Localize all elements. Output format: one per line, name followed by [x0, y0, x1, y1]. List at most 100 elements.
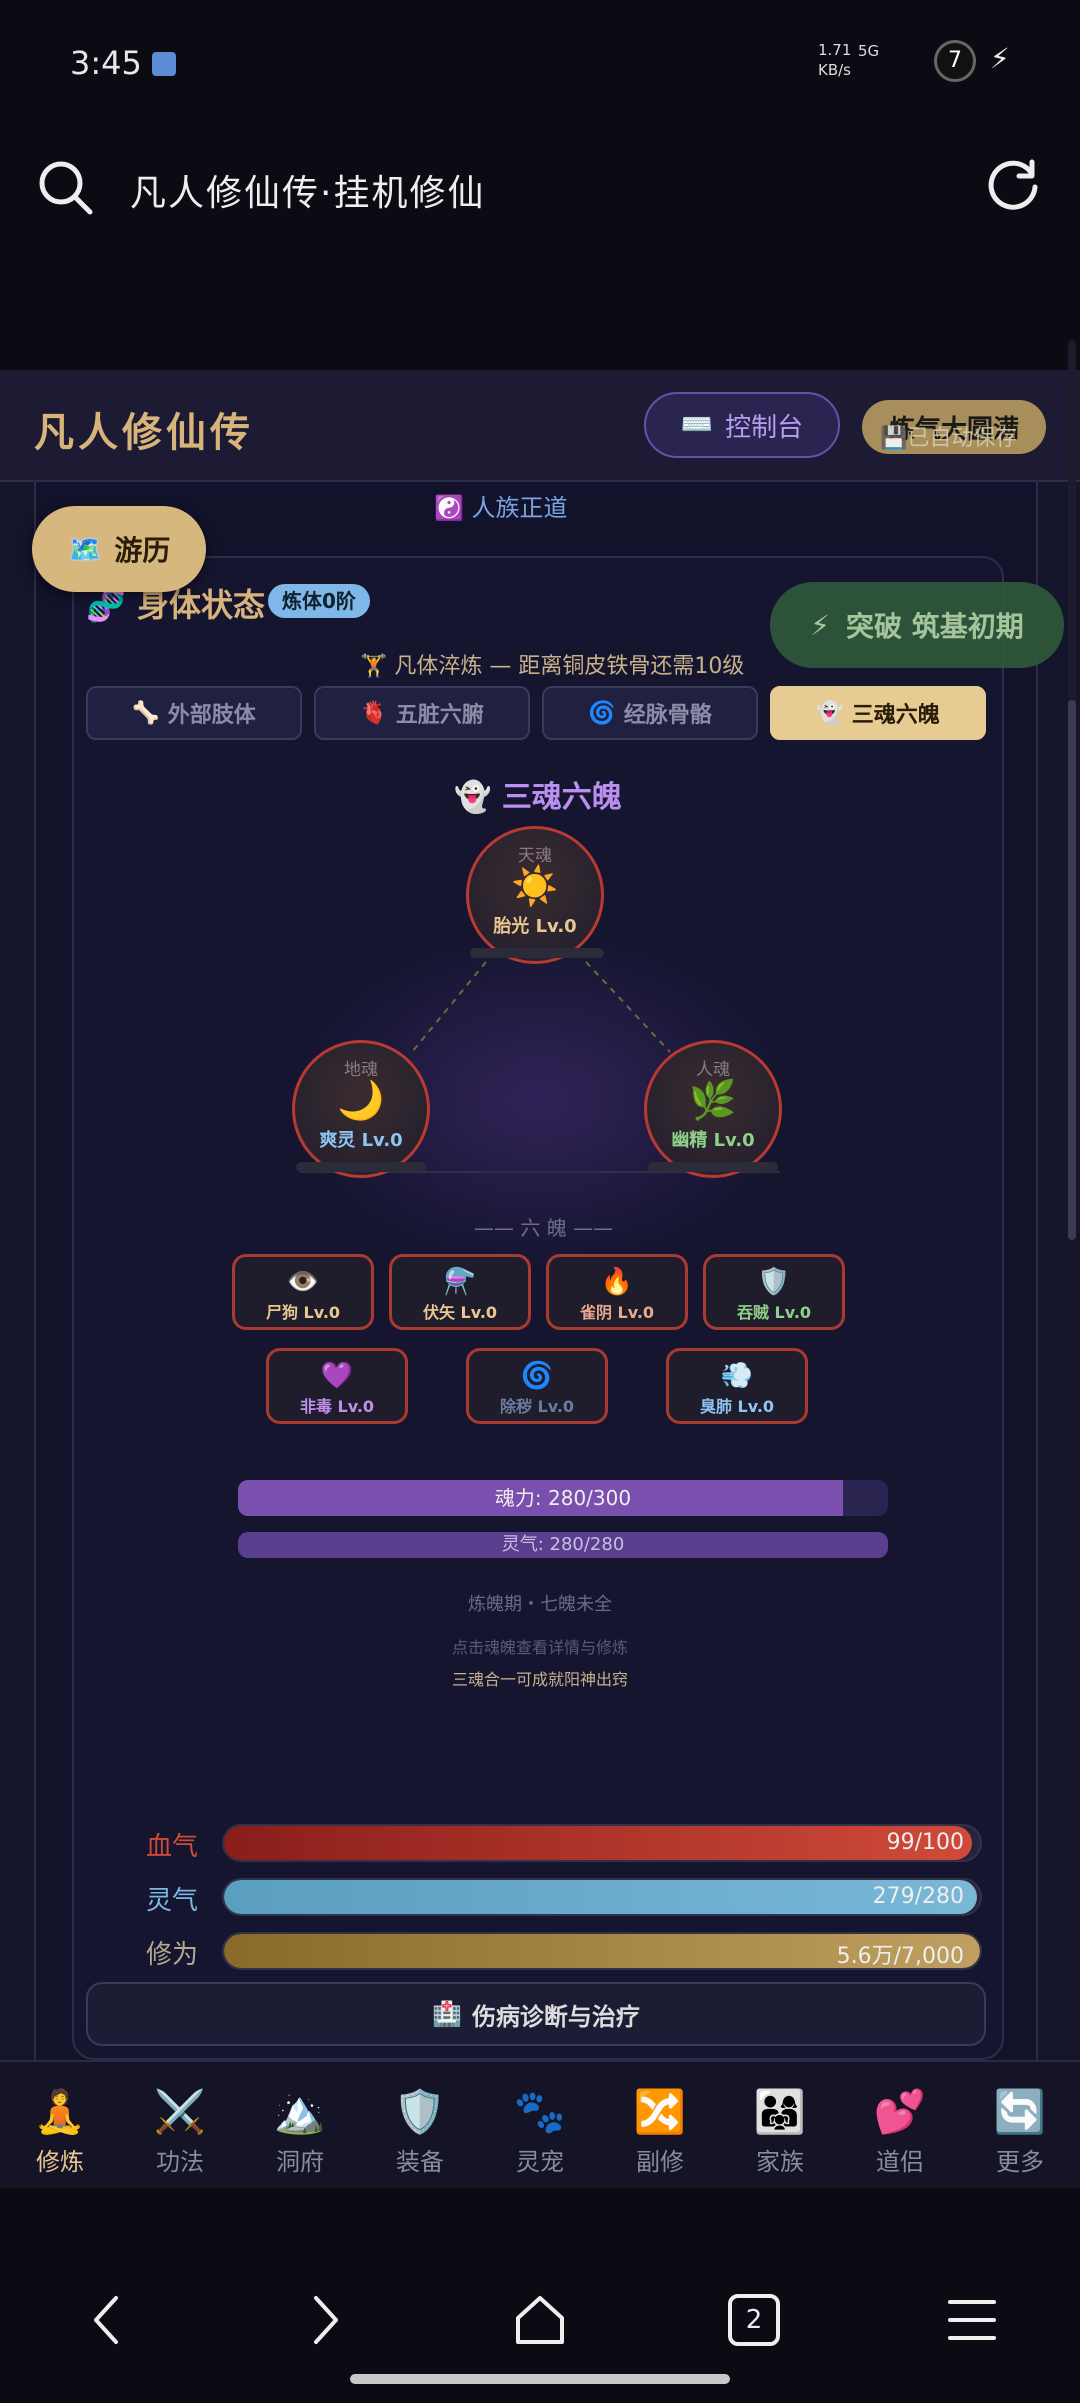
- soul-human[interactable]: 人魂 🌿 幽精 Lv.0: [644, 1040, 782, 1178]
- eye-icon: 👁️: [286, 1267, 320, 1297]
- app-notification-icon: [152, 52, 176, 76]
- paw-icon: 🐾: [513, 2087, 567, 2136]
- nav-label: 灵宠: [516, 2148, 564, 2176]
- soul-tip: 三魂合一可成就阳神出窍: [451, 1670, 628, 1689]
- nav-side-cultivation[interactable]: 🔀 副修: [600, 2062, 720, 2188]
- spirit-chuhui[interactable]: 🌀 除秽 Lv.0: [466, 1348, 608, 1424]
- soul-heaven[interactable]: 天魂 ☀️ 胎光 Lv.0: [466, 826, 604, 964]
- soul-hint: 点击魂魄查看详情与修炼: [451, 1638, 628, 1657]
- stat-value: 279/280: [872, 1884, 964, 1909]
- diagnosis-label: 伤病诊断与治疗: [471, 2002, 640, 2031]
- spirit-level: 臭肺 Lv.0: [699, 1397, 775, 1416]
- menu-icon[interactable]: [942, 2290, 1002, 2350]
- search-icon[interactable]: [36, 158, 94, 216]
- stat-value: 99/100: [886, 1830, 964, 1855]
- soul-level: 胎光 Lv.0: [493, 916, 577, 937]
- stat-track: 5.6万/7,000: [222, 1932, 982, 1970]
- nav-label: 洞府: [276, 2148, 324, 2176]
- spirit-shigou[interactable]: 👁️ 尸狗 Lv.0: [232, 1254, 374, 1330]
- nav-label: 修炼: [36, 2148, 84, 2176]
- spirit-level: 吞贼 Lv.0: [736, 1303, 812, 1322]
- tabs-count-button[interactable]: 2: [728, 2294, 780, 2346]
- soul-tag: 人魂: [696, 1060, 730, 1080]
- spirit-queyin[interactable]: 🔥 雀阴 Lv.0: [546, 1254, 688, 1330]
- gesture-handle[interactable]: [350, 2374, 730, 2384]
- spirit-feidu[interactable]: 💜 非毒 Lv.0: [266, 1348, 408, 1424]
- spirit-fushi[interactable]: ⚗️ 伏矢 Lv.0: [389, 1254, 531, 1330]
- spirit-choufei[interactable]: 💨 臭肺 Lv.0: [666, 1348, 808, 1424]
- mountain-icon: 🏔️: [273, 2087, 327, 2136]
- stat-blood: 血气 99/100: [146, 1824, 986, 1864]
- spirit-power-bar: 灵气: 280/280: [238, 1532, 888, 1558]
- browser-page-title[interactable]: 凡人修仙传·挂机修仙: [130, 164, 485, 216]
- wind-icon: 💨: [720, 1361, 754, 1391]
- stat-label: 灵气: [146, 1886, 199, 1916]
- nav-label: 道侣: [876, 2148, 924, 2176]
- back-icon[interactable]: [78, 2290, 138, 2350]
- soul-level: 爽灵 Lv.0: [319, 1130, 403, 1151]
- sun-icon: ☀️: [511, 864, 559, 908]
- stat-track: 279/280: [222, 1878, 982, 1916]
- spirit-level: 尸狗 Lv.0: [265, 1303, 341, 1322]
- nav-partner[interactable]: 💕 道侣: [840, 2062, 960, 2188]
- soul-progress: [648, 1162, 778, 1172]
- network-type: 5G: [858, 42, 880, 60]
- nav-family[interactable]: 👨‍👩‍👧 家族: [720, 2062, 840, 2188]
- spirit-tunzei[interactable]: 🛡️ 吞贼 Lv.0: [703, 1254, 845, 1330]
- lightning-icon: ⚡: [810, 608, 830, 642]
- breakthrough-label: 突破 筑基初期: [845, 610, 1024, 643]
- stat-label: 修为: [146, 1940, 199, 1970]
- nav-label: 装备: [396, 2148, 444, 2176]
- spirit-level: 雀阴 Lv.0: [579, 1303, 655, 1322]
- soul-level: 幽精 Lv.0: [671, 1130, 755, 1151]
- spirit-power-label: 灵气: 280/280: [501, 1534, 625, 1555]
- bottom-nav: 🧘 修炼 ⚔️ 功法 🏔️ 洞府 🛡️ 装备 🐾 灵宠 🔀 副修 👨‍👩‍👧 家族 💕 道侣 🔄…: [0, 2060, 1080, 2188]
- nav-label: 功法: [156, 2148, 204, 2176]
- soul-tag: 天魂: [518, 846, 552, 866]
- map-icon: 🗺️: [67, 532, 103, 566]
- stat-value: 5.6万/7,000: [836, 1944, 964, 1969]
- fire-icon: 🔥: [600, 1267, 634, 1297]
- nav-cultivate[interactable]: 🧘 修炼: [0, 2062, 120, 2188]
- nav-label: 更多: [996, 2148, 1044, 2176]
- status-bar: 3:45 1.71 KB/s 5G 7 ⚡: [0, 0, 1080, 130]
- moon-icon: 🌙: [337, 1078, 385, 1122]
- stat-cultivation: 修为 5.6万/7,000: [146, 1932, 986, 1972]
- soul-progress: [296, 1162, 426, 1172]
- nav-cave[interactable]: 🏔️ 洞府: [240, 2062, 360, 2188]
- breakthrough-button[interactable]: ⚡ 突破 筑基初期: [770, 582, 1064, 668]
- forward-icon[interactable]: [294, 2290, 354, 2350]
- net-speed: 1.71 KB/s: [818, 40, 851, 80]
- status-time: 3:45: [70, 44, 142, 82]
- stat-track: 99/100: [222, 1824, 982, 1862]
- stat-fill: [224, 1880, 977, 1914]
- hearts-icon: 💕: [873, 2087, 927, 2136]
- nav-more[interactable]: 🔄 更多: [960, 2062, 1080, 2188]
- purple-heart-icon: 💜: [320, 1361, 354, 1391]
- explore-label: 游历: [114, 534, 171, 567]
- charging-icon: ⚡: [990, 42, 1010, 75]
- stat-label: 血气: [146, 1832, 199, 1862]
- reload-icon[interactable]: [982, 156, 1044, 218]
- shield-icon: 🛡️: [393, 2087, 447, 2136]
- spirit-level: 伏矢 Lv.0: [422, 1303, 498, 1322]
- stat-fill: [224, 1826, 973, 1860]
- diagnosis-button[interactable]: 🏥 伤病诊断与治疗: [86, 1982, 986, 2046]
- nav-equipment[interactable]: 🛡️ 装备: [360, 2062, 480, 2188]
- crossed-swords-icon: ⚔️: [153, 2087, 207, 2136]
- spirit-level: 非毒 Lv.0: [299, 1397, 375, 1416]
- scrollbar-thumb[interactable]: [1068, 700, 1076, 1240]
- meditation-icon: 🧘: [33, 2087, 87, 2136]
- game-area: 凡人修仙传 ⌨️ 控制台 炼气大圆满 💾已自动保存 ☯️ 人族正道 🧬 身体状态…: [0, 370, 1080, 2060]
- herb-icon: 🌿: [689, 1078, 737, 1122]
- soul-power-label: 魂力: 280/300: [494, 1486, 632, 1510]
- nav-pets[interactable]: 🐾 灵宠: [480, 2062, 600, 2188]
- net-speed-value: 1.71: [818, 41, 852, 59]
- soul-earth[interactable]: 地魂 🌙 爽灵 Lv.0: [292, 1040, 430, 1178]
- home-icon[interactable]: [510, 2290, 570, 2350]
- nav-label: 副修: [636, 2148, 684, 2176]
- explore-button[interactable]: 🗺️ 游历: [32, 506, 206, 592]
- nav-techniques[interactable]: ⚔️ 功法: [120, 2062, 240, 2188]
- six-spirits-label: —— 六 魄 ——: [474, 1216, 614, 1240]
- family-icon: 👨‍👩‍👧: [753, 2087, 807, 2136]
